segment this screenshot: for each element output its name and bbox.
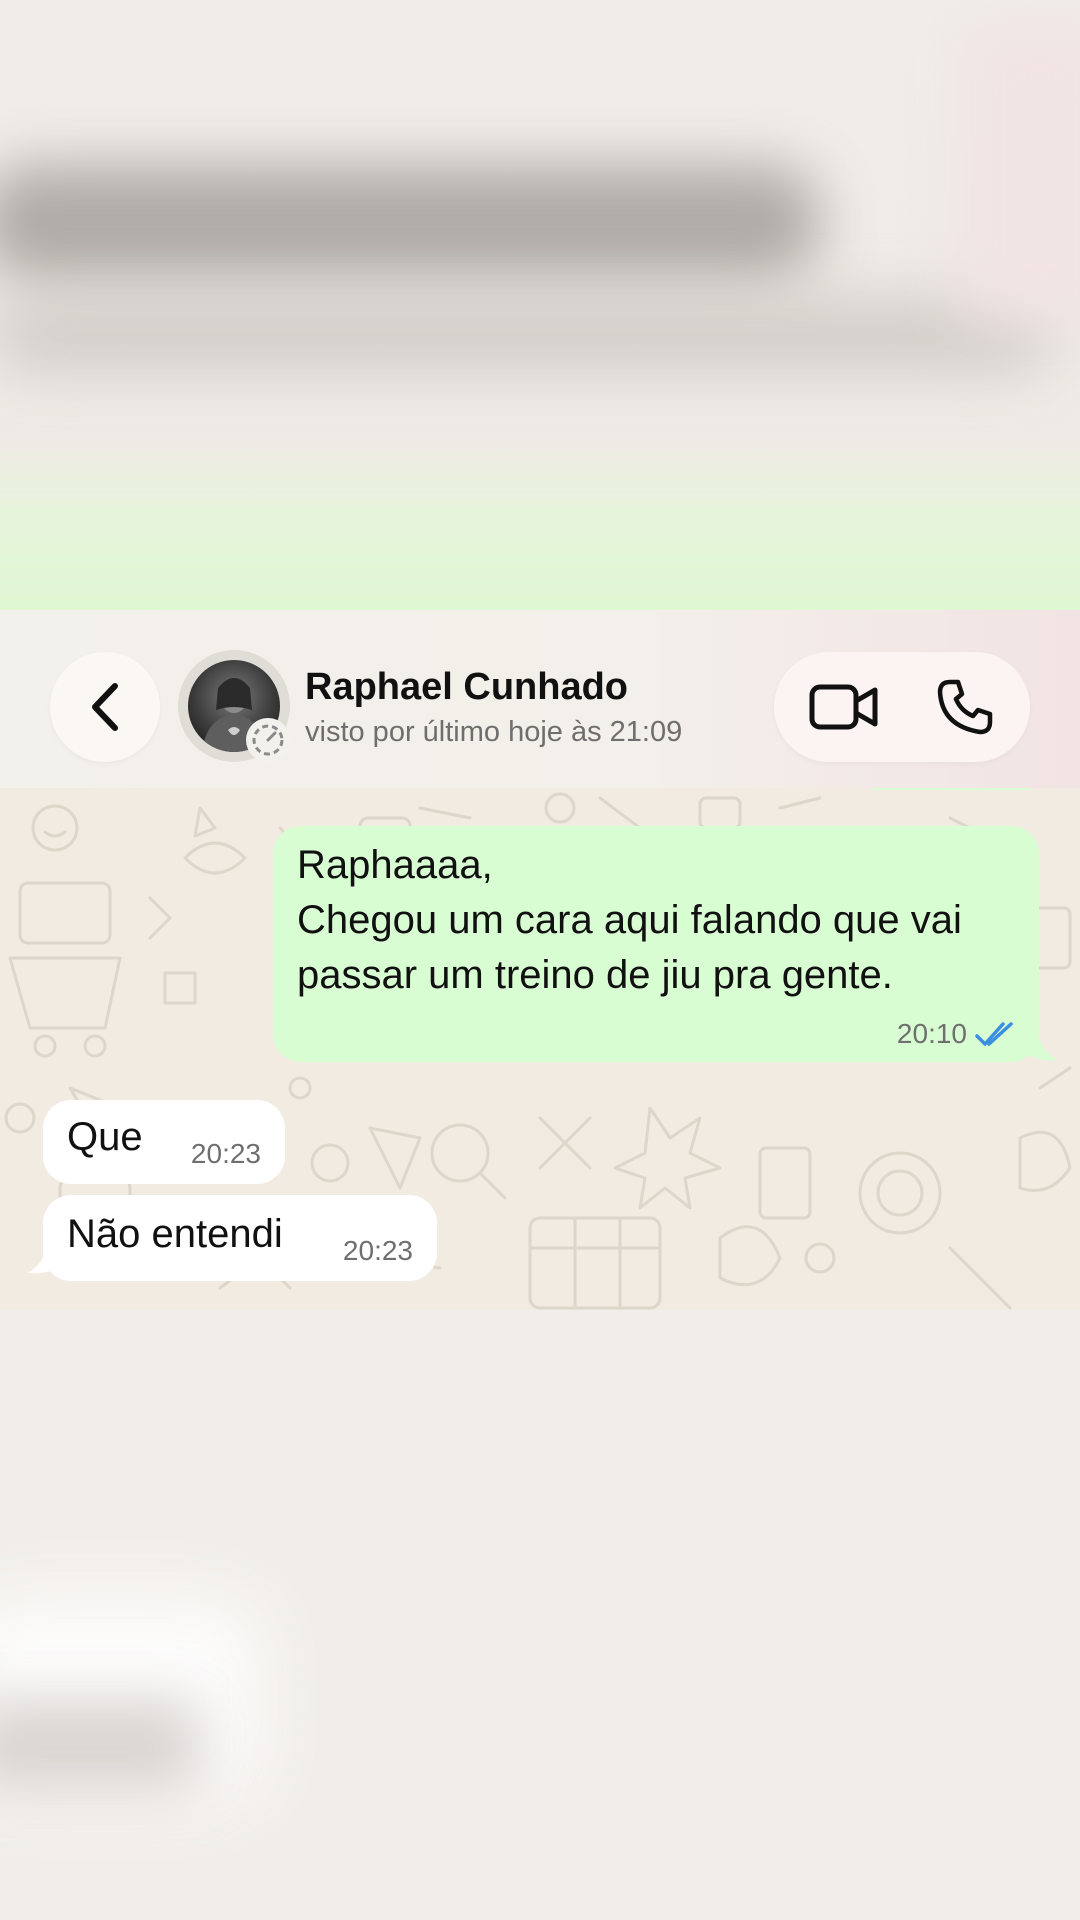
- message-time: 20:23: [342, 1235, 413, 1266]
- blurred-text-line: [0, 300, 1050, 370]
- blurred-text-block: [0, 165, 820, 280]
- blurred-background-top: [0, 0, 1080, 610]
- incoming-message[interactable]: Não entendi 20:23: [43, 1195, 437, 1281]
- blurred-text-block: [0, 1700, 200, 1790]
- outgoing-message[interactable]: Raphaaaa, Chegou um cara aqui falando qu…: [273, 826, 1039, 1062]
- previous-message-edge: [865, 788, 1037, 790]
- blurred-background-bottom: [0, 1310, 1080, 1920]
- voice-call-button[interactable]: [932, 674, 998, 740]
- double-check-icon: [975, 1022, 1013, 1046]
- message-text: Raphaaaa, Chegou um cara aqui falando qu…: [297, 843, 962, 997]
- phone-icon: [937, 679, 993, 735]
- incoming-message[interactable]: Que 20:23: [43, 1100, 285, 1184]
- chevron-left-icon: [92, 683, 118, 731]
- call-actions: [774, 652, 1030, 762]
- contact-avatar[interactable]: [178, 650, 290, 762]
- message-time: 20:10: [896, 1018, 967, 1049]
- incoming-bubble-tail: [28, 1245, 62, 1274]
- video-call-button[interactable]: [804, 674, 884, 740]
- contact-name[interactable]: Raphael Cunhado: [305, 666, 628, 709]
- message-time: 20:23: [190, 1138, 261, 1169]
- video-camera-icon: [809, 684, 878, 730]
- chat-header: Raphael Cunhado visto por último hoje às…: [0, 610, 1080, 788]
- message-meta: 20:10: [897, 1018, 1019, 1050]
- back-button[interactable]: [50, 652, 160, 762]
- message-text: Não entendi: [67, 1212, 283, 1256]
- outgoing-bubble-tail: [1024, 1034, 1058, 1061]
- last-seen-status: visto por último hoje às 21:09: [305, 716, 683, 748]
- chat-area[interactable]: Raphaaaa, Chegou um cara aqui falando qu…: [0, 788, 1080, 1310]
- message-text: Que: [67, 1115, 143, 1159]
- blurred-accent: [960, 20, 1080, 320]
- status-ring-icon: [246, 718, 290, 762]
